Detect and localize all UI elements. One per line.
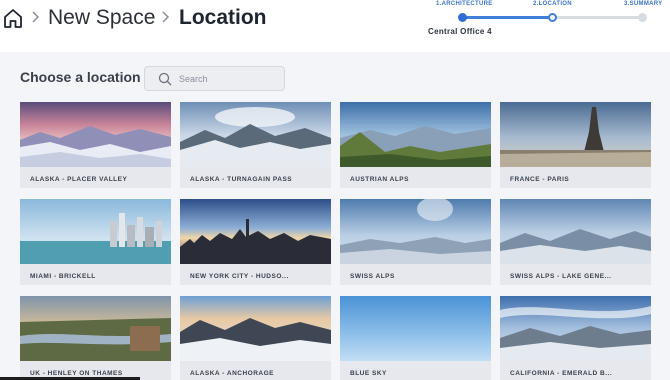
- location-card-alaska-turnagain-pass[interactable]: ALASKA - TURNAGAIN PASS: [180, 102, 331, 188]
- location-label: CALIFORNIA - EMERALD B...: [510, 370, 613, 377]
- location-card-swiss-alps[interactable]: SWISS ALPS: [340, 199, 491, 285]
- step-architecture-dot[interactable]: [458, 13, 467, 22]
- search-icon: [158, 72, 172, 86]
- location-label: ALASKA - ANCHORAGE: [190, 370, 274, 377]
- step-location-label[interactable]: 2.LOCATION: [533, 1, 572, 7]
- location-thumbnail: [500, 296, 651, 361]
- step-location-dot[interactable]: [548, 13, 557, 22]
- location-card-miami-brickell[interactable]: MIAMI - BRICKELL: [20, 199, 171, 285]
- location-thumbnail: [180, 296, 331, 361]
- location-thumbnail: [20, 102, 171, 167]
- location-label: FRANCE - PARIS: [510, 176, 570, 183]
- location-label: SWISS ALPS: [350, 273, 395, 280]
- location-card-california-emerald-bay[interactable]: CALIFORNIA - EMERALD B...: [500, 296, 651, 380]
- location-thumbnail: [180, 199, 331, 264]
- step-summary-dot[interactable]: [638, 13, 647, 22]
- location-thumbnail: [500, 102, 651, 167]
- step-summary-label[interactable]: 3.SUMMARY: [624, 1, 662, 7]
- location-thumbnail: [340, 296, 491, 361]
- page-title: Location: [179, 6, 267, 29]
- step-progress-fill: [463, 16, 553, 19]
- location-thumbnail: [340, 102, 491, 167]
- location-card-swiss-alps-lake-geneva[interactable]: SWISS ALPS - LAKE GENE...: [500, 199, 651, 285]
- location-card-blue-sky[interactable]: BLUE SKY: [340, 296, 491, 380]
- location-thumbnail: [20, 296, 171, 361]
- location-card-uk-henley-on-thames[interactable]: UK - HENLEY ON THAMES: [20, 296, 171, 380]
- location-label: ALASKA - PLACER VALLEY: [30, 176, 128, 183]
- header: New Space Location 1.ARCHITECTURE 2.LOCA…: [0, 0, 670, 50]
- location-card-new-york-city[interactable]: NEW YORK CITY - HUDSO...: [180, 199, 331, 285]
- breadcrumb-new-space[interactable]: New Space: [48, 5, 155, 31]
- section-title: Choose a location: [20, 69, 141, 85]
- search-input[interactable]: [179, 70, 279, 88]
- home-icon[interactable]: [2, 7, 24, 29]
- location-label: UK - HENLEY ON THAMES: [30, 370, 123, 377]
- step-architecture-label[interactable]: 1.ARCHITECTURE: [436, 1, 493, 7]
- chevron-right-icon: [162, 11, 170, 23]
- location-label: ALASKA - TURNAGAIN PASS: [190, 176, 293, 183]
- location-thumbnail: [340, 199, 491, 264]
- location-card-france-paris[interactable]: FRANCE - PARIS: [500, 102, 651, 188]
- location-label: AUSTRIAN ALPS: [350, 176, 409, 183]
- search-box[interactable]: [144, 66, 285, 91]
- location-thumbnail: [180, 102, 331, 167]
- location-card-alaska-placer-valley[interactable]: ALASKA - PLACER VALLEY: [20, 102, 171, 188]
- location-thumbnail: [20, 199, 171, 264]
- location-thumbnail: [500, 199, 651, 264]
- location-label: SWISS ALPS - LAKE GENE...: [510, 273, 612, 280]
- space-name: Central Office 4: [428, 27, 492, 36]
- location-card-austrian-alps[interactable]: AUSTRIAN ALPS: [340, 102, 491, 188]
- location-label: MIAMI - BRICKELL: [30, 273, 96, 280]
- chevron-right-icon: [32, 11, 40, 23]
- location-label: BLUE SKY: [350, 370, 387, 377]
- progress-stepper: 1.ARCHITECTURE 2.LOCATION 3.SUMMARY Cent…: [420, 0, 670, 40]
- location-label: NEW YORK CITY - HUDSO...: [190, 273, 289, 280]
- location-card-alaska-anchorage[interactable]: ALASKA - ANCHORAGE: [180, 296, 331, 380]
- location-panel: Choose a location ALASKA - PLACER VALLEY: [0, 52, 670, 380]
